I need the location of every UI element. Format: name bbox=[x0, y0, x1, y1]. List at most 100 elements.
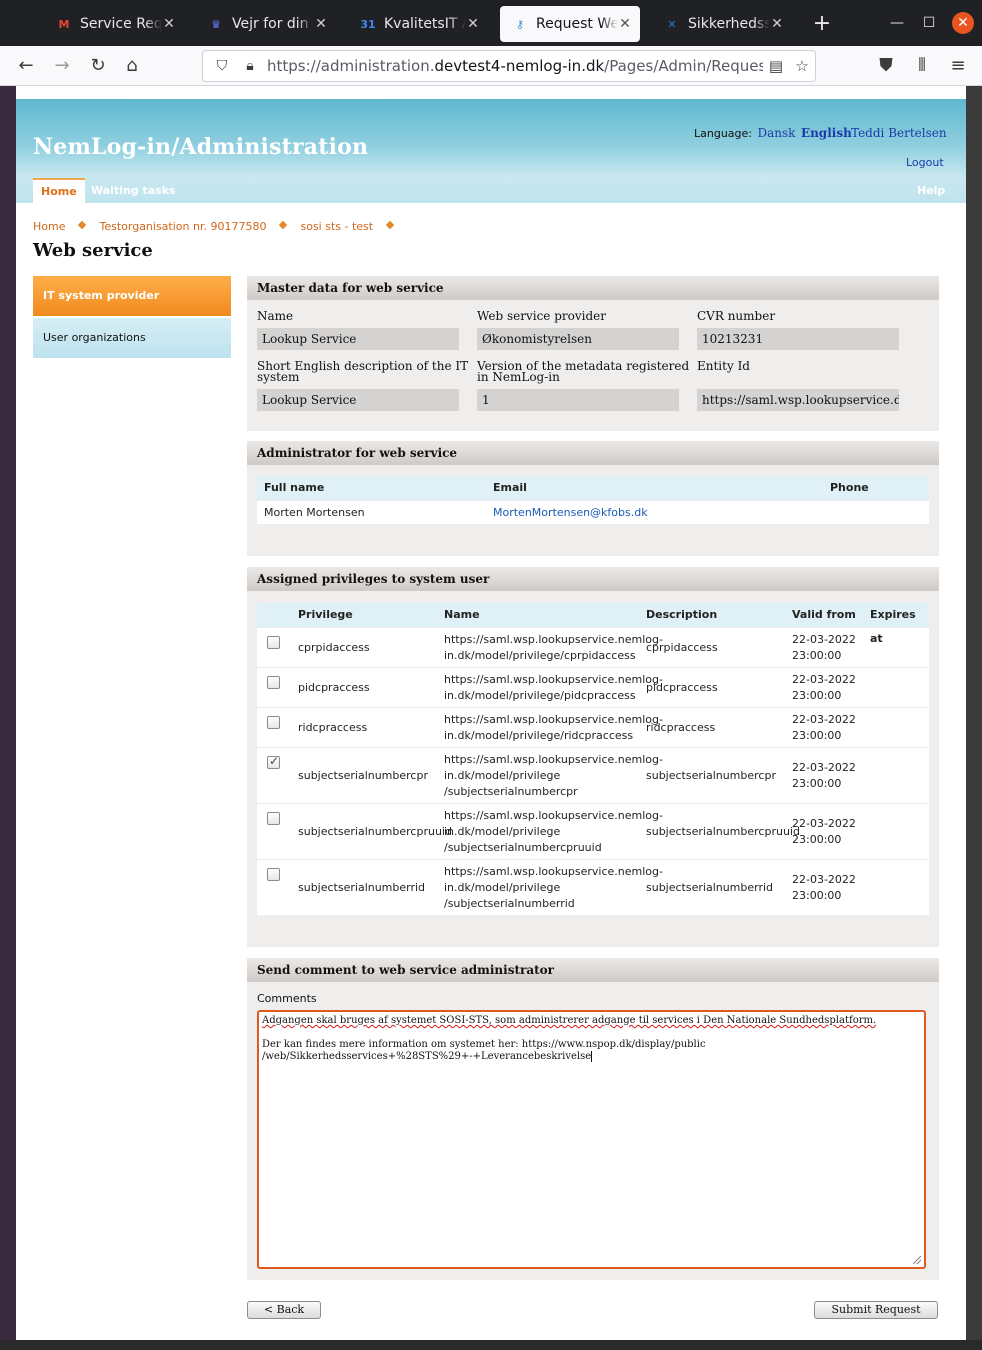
privilege-checkbox[interactable] bbox=[267, 676, 280, 689]
privilege-key: ridcpraccess bbox=[298, 721, 368, 734]
privilege-name-line-1: https://saml.wsp.lookupservice.nemlog- bbox=[444, 809, 663, 822]
sidebar-item-user-organizations[interactable]: User organizations bbox=[33, 318, 231, 358]
crown-icon: ♛ bbox=[211, 17, 221, 31]
privilege-name-line-1: https://saml.wsp.lookupservice.nemlog- bbox=[444, 633, 663, 646]
pocket-icon[interactable]: ⛊ bbox=[872, 52, 900, 80]
admin-email-link[interactable]: MortenMortensen@kfobs.dk bbox=[493, 505, 648, 521]
menu-help-link[interactable]: Help bbox=[909, 178, 953, 203]
browser-tab-vejr[interactable]: ♛ Vejr for din lokalitet✕ bbox=[196, 6, 336, 42]
privilege-key: subjectserialnumbercpr bbox=[298, 769, 428, 782]
privilege-valid-from-time: 23:00:00 bbox=[792, 889, 842, 902]
page-viewport: NemLog-in/Administration Language: Dansk… bbox=[16, 86, 966, 1340]
provider-label: Web service provider bbox=[477, 309, 606, 323]
privilege-valid-from-date: 22-03-2022 bbox=[792, 673, 856, 686]
comments-textarea[interactable]: Adgangen skal bruges af systemet SOSI-ST… bbox=[257, 1010, 926, 1269]
cvr-label: CVR number bbox=[697, 309, 776, 323]
privilege-name-line-3: /subjectserialnumbercpr bbox=[444, 785, 578, 798]
privilege-checkbox[interactable] bbox=[267, 716, 280, 729]
forward-arrow-icon[interactable]: → bbox=[48, 52, 76, 80]
address-bar[interactable]: ⛉ 🔒︎ https://administration.devtest4-nem… bbox=[202, 50, 816, 82]
bookmark-star-icon[interactable]: ☆ bbox=[789, 57, 815, 75]
privileges-table: Privilege Name Description Valid from Ex… bbox=[257, 603, 929, 915]
privilege-name-line-1: https://saml.wsp.lookupservice.nemlog- bbox=[444, 713, 663, 726]
desktop-taskbar bbox=[0, 1340, 982, 1350]
privilege-valid-from-time: 23:00:00 bbox=[792, 833, 842, 846]
language-dansk-link[interactable]: Dansk bbox=[758, 126, 796, 140]
resize-handle-icon[interactable] bbox=[913, 1256, 921, 1264]
browser-tab-request-web-service[interactable]: ⚷ Request Web Service✕ bbox=[500, 6, 640, 42]
tab-title: Request Web Service bbox=[536, 16, 618, 32]
menu-waiting-tasks-tab[interactable]: Waiting tasks bbox=[83, 178, 184, 203]
privilege-checkbox[interactable] bbox=[267, 868, 280, 881]
administrator-table: Full name Email Phone Morten Mortensen M… bbox=[257, 476, 929, 524]
privilege-checkbox[interactable] bbox=[267, 754, 280, 769]
maximize-icon[interactable]: ☐ bbox=[918, 12, 940, 34]
table-row: ridcpraccess https://saml.wsp.lookupservi… bbox=[257, 707, 929, 747]
reload-icon[interactable]: ↻ bbox=[84, 52, 112, 80]
tab-close-icon[interactable]: ✕ bbox=[618, 16, 632, 32]
privilege-description: subjectserialnumbercpr bbox=[646, 769, 776, 782]
language-english-link[interactable]: English bbox=[801, 126, 852, 140]
shield-icon[interactable]: ⛉ bbox=[211, 58, 233, 74]
privilege-valid-from-time: 23:00:00 bbox=[792, 689, 842, 702]
metadata-version-label: Version of the metadata registered in Ne… bbox=[477, 359, 690, 384]
tab-close-icon[interactable]: ✕ bbox=[770, 16, 784, 32]
hamburger-menu-icon[interactable]: ≡ bbox=[944, 52, 972, 80]
privilege-valid-from-date: 22-03-2022 bbox=[792, 633, 856, 646]
master-data-section: Master data for web service Name Lookup … bbox=[247, 276, 939, 431]
new-tab-button[interactable]: + bbox=[808, 10, 836, 38]
privilege-name-line-1: https://saml.wsp.lookupservice.nemlog- bbox=[444, 753, 663, 766]
back-button[interactable]: < Back bbox=[247, 1301, 321, 1319]
submit-request-button[interactable]: Submit Request bbox=[814, 1301, 938, 1319]
tab-title: KvalitetsIT Apps bbox=[384, 16, 466, 32]
breadcrumb: Home Testorganisation nr. 90177580 sosi st… bbox=[33, 220, 407, 233]
desktop-background bbox=[0, 86, 16, 1350]
privilege-checkbox[interactable] bbox=[267, 812, 280, 825]
sidebar-item-it-system-provider[interactable]: IT system provider bbox=[33, 276, 231, 316]
table-row: subjectserialnumberrid https://saml.wsp.l… bbox=[257, 859, 929, 915]
short-description-field: Lookup Service bbox=[257, 389, 459, 411]
table-row: pidcpraccess https://saml.wsp.lookupservi… bbox=[257, 667, 929, 707]
cvr-field: 10213231 bbox=[697, 328, 899, 350]
privilege-key: cprpidaccess bbox=[298, 641, 370, 654]
confluence-icon: ✕ bbox=[667, 17, 677, 31]
browser-tab-service-requests[interactable]: M Service Requests✕ bbox=[44, 6, 184, 42]
tab-close-icon[interactable]: ✕ bbox=[162, 16, 176, 32]
browser-tab-sikkerhedsservices[interactable]: ✕Sikkerhedsservices✕ bbox=[652, 6, 792, 42]
table-row: Morten Mortensen MortenMortensen@kfobs.d… bbox=[257, 500, 929, 524]
reader-view-icon[interactable]: ▤ bbox=[763, 57, 789, 75]
url-text[interactable]: https://administration.devtest4-nemlog-i… bbox=[267, 57, 763, 75]
minimize-icon[interactable]: — bbox=[886, 12, 908, 34]
privilege-description: subjectserialnumbercpruuid bbox=[646, 825, 800, 838]
breadcrumb-organisation[interactable]: Testorganisation nr. 90177580 bbox=[99, 220, 266, 233]
logout-link[interactable]: Logout bbox=[906, 156, 944, 169]
breadcrumb-system[interactable]: sosi sts - test bbox=[300, 220, 373, 233]
privilege-description: subjectserialnumberrid bbox=[646, 881, 774, 894]
privilege-valid-from-date: 22-03-2022 bbox=[792, 817, 856, 830]
privilege-name-line-3: /subjectserialnumberrid bbox=[444, 897, 575, 910]
privilege-checkbox[interactable] bbox=[267, 636, 280, 649]
provider-field: Økonomistyrelsen bbox=[477, 328, 679, 350]
privileges-heading: Assigned privileges to system user bbox=[247, 567, 939, 591]
tab-close-icon[interactable]: ✕ bbox=[314, 16, 328, 32]
user-name-link[interactable]: Teddi Bertelsen bbox=[851, 126, 947, 140]
menu-home-tab[interactable]: Home bbox=[33, 178, 85, 203]
home-icon[interactable]: ⌂ bbox=[118, 52, 146, 80]
browser-tab-kvalitetsit-apps[interactable]: 31 KvalitetsIT Apps✕ bbox=[348, 6, 488, 42]
window-close-icon[interactable]: ✕ bbox=[952, 12, 974, 34]
privileges-section: Assigned privileges to system user Privi… bbox=[247, 567, 939, 947]
breadcrumb-separator-icon bbox=[280, 222, 288, 230]
site-brand[interactable]: NemLog-in/Administration bbox=[33, 134, 368, 160]
col-description: Description bbox=[646, 608, 718, 621]
privilege-key: subjectserialnumbercpruuid bbox=[298, 825, 452, 838]
tab-close-icon[interactable]: ✕ bbox=[466, 16, 480, 32]
breadcrumb-home[interactable]: Home bbox=[33, 220, 65, 233]
language-switcher: Language: Dansk English bbox=[694, 126, 852, 140]
name-label: Name bbox=[257, 309, 294, 323]
privilege-valid-from-time: 23:00:00 bbox=[792, 649, 842, 662]
col-email: Email bbox=[493, 481, 527, 494]
library-icon[interactable]: ⫴ bbox=[908, 52, 936, 80]
privilege-valid-from-time: 23:00:00 bbox=[792, 777, 842, 790]
back-arrow-icon[interactable]: ← bbox=[12, 52, 40, 80]
privilege-name-line-2: in.dk/model/privilege/cprpidaccess bbox=[444, 649, 636, 662]
